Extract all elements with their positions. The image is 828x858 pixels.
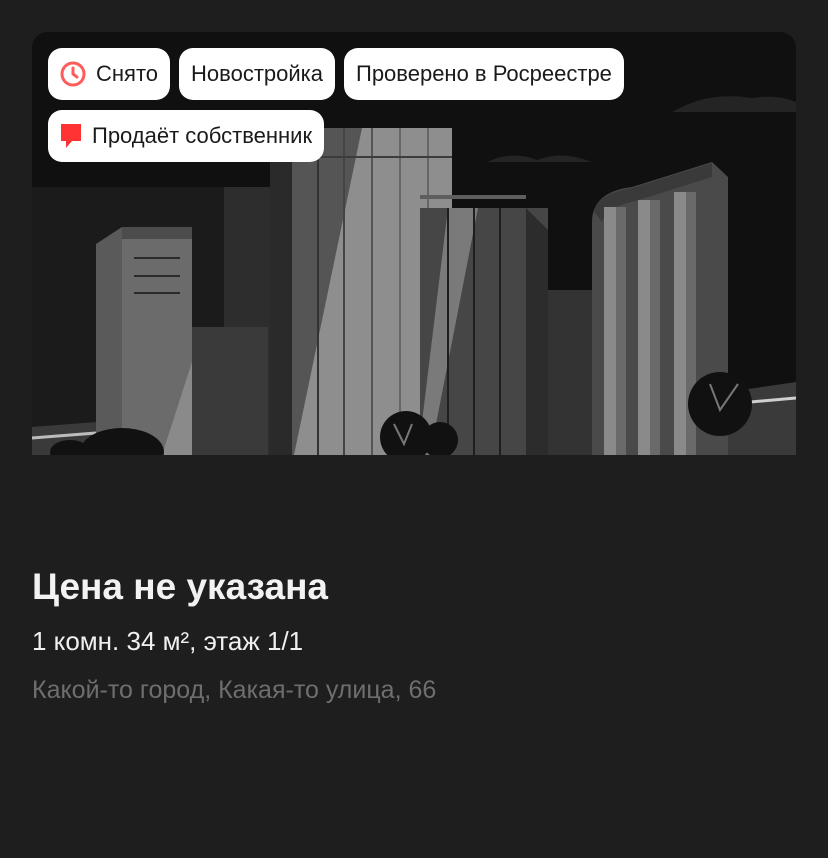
clock-icon	[60, 61, 86, 87]
badge-new-building: Новостройка	[179, 48, 335, 100]
address: Какой-то город, Какая-то улица, 66	[32, 676, 437, 704]
badge-owner: Продаёт собственник	[48, 110, 325, 162]
badge-label: Новостройка	[191, 61, 323, 86]
apartment-params: 1 комн. 34 м², этаж 1/1	[32, 626, 304, 656]
badge-label: Продаёт собственник	[92, 123, 313, 148]
badge-removed: Снято	[48, 48, 171, 100]
badge-label: Проверено в Росреестре	[356, 61, 612, 86]
price: Цена не указана	[32, 566, 328, 607]
flag-icon	[60, 123, 82, 149]
listing-card[interactable]: Снято Новостройка Проверено в Росреестре…	[0, 0, 828, 858]
badge-verified: Проверено в Росреестре	[344, 48, 624, 100]
badge-label: Снято	[96, 61, 159, 86]
badge-list: Снято Новостройка Проверено в Росреестре…	[48, 48, 698, 162]
